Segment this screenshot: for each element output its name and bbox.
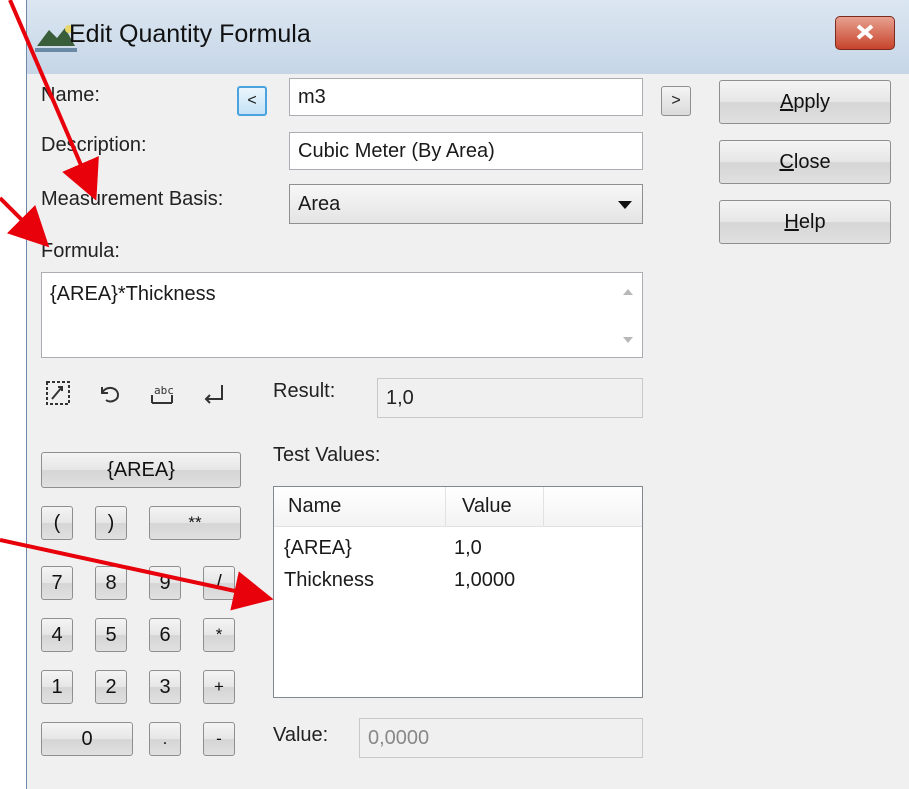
row-name: Thickness <box>284 569 375 591</box>
select-variable-icon <box>46 381 70 405</box>
close-paren-button[interactable]: ) <box>95 506 127 540</box>
column-header-name[interactable]: Name <box>274 487 446 527</box>
formula-scrollbar[interactable] <box>614 273 642 357</box>
svg-text:abc: abc <box>154 384 174 397</box>
column-header-value[interactable]: Value <box>446 487 544 527</box>
row-value: 1,0000 <box>454 569 516 591</box>
value-field-value: 0,0000 <box>368 726 430 749</box>
minus-button[interactable]: - <box>203 722 235 756</box>
result-label: Result: <box>273 380 336 402</box>
row-name: {AREA} <box>284 537 352 559</box>
table-row[interactable]: Thickness 1,0000 <box>274 567 642 597</box>
window-title: Edit Quantity Formula <box>69 20 311 48</box>
result-field: 1,0 <box>377 378 643 418</box>
key-4-button[interactable]: 4 <box>41 618 73 652</box>
help-button[interactable]: Help <box>719 200 891 244</box>
help-label: elp <box>798 210 826 233</box>
scroll-down-icon[interactable] <box>623 337 633 343</box>
close-button[interactable]: Close <box>719 140 891 184</box>
help-mnemonic: H <box>784 210 799 233</box>
key-7-button[interactable]: 7 <box>41 566 73 600</box>
open-paren-button[interactable]: ( <box>41 506 73 540</box>
test-values-list[interactable]: Name Value {AREA} 1,0 Thickness 1,0000 <box>273 486 643 698</box>
key-1-button[interactable]: 1 <box>41 670 73 704</box>
multiply-button[interactable]: * <box>203 618 235 652</box>
undo-button[interactable] <box>93 376 127 410</box>
close-icon <box>856 24 874 40</box>
edit-variables-button[interactable]: abc <box>145 376 179 410</box>
edit-variables-icon: abc <box>151 384 174 404</box>
table-row[interactable]: {AREA} 1,0 <box>274 535 642 565</box>
name-input-value: m3 <box>298 85 326 108</box>
key-6-button[interactable]: 6 <box>149 618 181 652</box>
description-input-value: Cubic Meter (By Area) <box>298 139 495 162</box>
name-input[interactable]: m3 <box>289 78 643 116</box>
key-3-button[interactable]: 3 <box>149 670 181 704</box>
next-button[interactable]: > <box>661 86 691 116</box>
measurement-basis-select[interactable]: Area <box>289 184 643 224</box>
previous-button[interactable]: < <box>237 86 267 116</box>
formula-label: Formula: <box>41 240 120 262</box>
result-value: 1,0 <box>386 386 414 409</box>
description-label: Description: <box>41 134 147 156</box>
enter-icon <box>204 385 223 404</box>
row-value: 1,0 <box>454 537 482 559</box>
title-bar[interactable]: Edit Quantity Formula <box>27 0 909 74</box>
dialog-window: Edit Quantity Formula Name: < m3 > Descr… <box>26 0 909 789</box>
dialog-body: Name: < m3 > Description: Cubic Meter (B… <box>27 74 909 789</box>
key-5-button[interactable]: 5 <box>95 618 127 652</box>
divide-button[interactable]: / <box>203 566 235 600</box>
select-variable-button[interactable] <box>41 376 75 410</box>
apply-button[interactable]: Apply <box>719 80 891 124</box>
chevron-down-icon <box>618 201 632 209</box>
measurement-basis-label: Measurement Basis: <box>41 188 224 210</box>
measurement-basis-value: Area <box>298 192 341 215</box>
plus-button[interactable]: + <box>203 670 235 704</box>
formula-value: {AREA}*Thickness <box>50 283 216 305</box>
enter-button[interactable] <box>197 376 231 410</box>
scroll-up-icon[interactable] <box>623 289 633 295</box>
apply-mnemonic: A <box>779 90 794 113</box>
description-input[interactable]: Cubic Meter (By Area) <box>289 132 643 170</box>
value-field: 0,0000 <box>359 718 643 758</box>
apply-label: pply <box>793 90 831 113</box>
undo-icon <box>101 387 120 403</box>
key-9-button[interactable]: 9 <box>149 566 181 600</box>
key-8-button[interactable]: 8 <box>95 566 127 600</box>
value-label: Value: <box>273 724 329 746</box>
key-0-button[interactable]: 0 <box>41 722 133 756</box>
close-mnemonic: C <box>779 150 794 173</box>
power-button[interactable]: ** <box>149 506 241 540</box>
test-values-label: Test Values: <box>273 444 381 466</box>
key-2-button[interactable]: 2 <box>95 670 127 704</box>
decimal-point-button[interactable]: . <box>149 722 181 756</box>
formula-textarea[interactable]: {AREA}*Thickness <box>41 272 643 358</box>
area-variable-button[interactable]: {AREA} <box>41 452 241 488</box>
close-label: lose <box>793 150 831 173</box>
name-label: Name: <box>41 84 100 106</box>
close-window-button[interactable] <box>835 16 895 50</box>
column-header-blank <box>544 487 642 527</box>
